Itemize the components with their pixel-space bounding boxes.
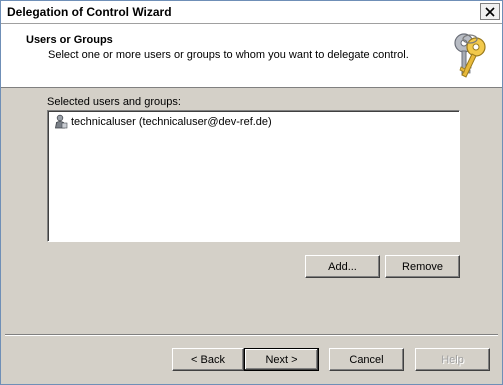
wizard-window: Delegation of Control Wizard Users or Gr… bbox=[0, 0, 503, 385]
selected-users-list[interactable]: technicaluser (technicaluser@dev-ref.de) bbox=[47, 110, 460, 242]
add-button[interactable]: Add... bbox=[305, 255, 380, 278]
selected-users-label: Selected users and groups: bbox=[47, 96, 181, 108]
list-item-label: technicaluser (technicaluser@dev-ref.de) bbox=[71, 116, 272, 128]
user-icon bbox=[55, 114, 68, 129]
page-title: Users or Groups bbox=[26, 34, 113, 46]
list-item[interactable]: technicaluser (technicaluser@dev-ref.de) bbox=[53, 114, 272, 130]
remove-button[interactable]: Remove bbox=[385, 255, 460, 278]
wizard-header: Users or Groups Select one or more users… bbox=[1, 24, 502, 88]
cancel-button[interactable]: Cancel bbox=[329, 348, 404, 371]
button-separator bbox=[5, 334, 498, 336]
title-bar: Delegation of Control Wizard bbox=[1, 1, 502, 24]
window-title: Delegation of Control Wizard bbox=[7, 5, 172, 19]
close-icon bbox=[485, 6, 495, 17]
back-button[interactable]: < Back bbox=[172, 348, 244, 371]
keys-icon bbox=[454, 33, 486, 78]
close-button[interactable] bbox=[480, 3, 500, 20]
next-button[interactable]: Next > bbox=[244, 348, 319, 371]
help-button[interactable]: Help bbox=[415, 348, 490, 371]
page-subtitle: Select one or more users or groups to wh… bbox=[48, 49, 409, 61]
